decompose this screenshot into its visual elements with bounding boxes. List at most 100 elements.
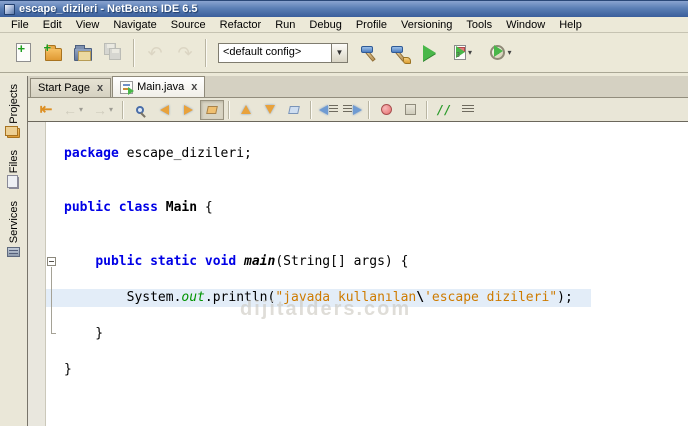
next-bookmark-icon <box>265 105 275 114</box>
editor-toolbar: ⇤ ←▾ →▾ // <box>28 98 688 122</box>
toggle-bookmark-button[interactable] <box>282 100 306 120</box>
menu-item-navigate[interactable]: Navigate <box>106 18 163 32</box>
code-token-class-name: Main <box>166 200 197 215</box>
editor-toolbar-separator <box>426 101 428 119</box>
save-all-icon-front <box>109 48 121 60</box>
uncomment-button[interactable] <box>456 100 480 120</box>
code-line-2: package escape_dizileri; <box>46 145 688 163</box>
code-token-plain: System. <box>64 290 181 305</box>
menu-item-edit[interactable]: Edit <box>36 18 69 32</box>
run-icon <box>423 45 436 61</box>
build-project-button[interactable] <box>354 38 384 68</box>
tab-label: Main.java <box>137 81 184 93</box>
highlight-search-icon <box>206 106 218 114</box>
chevron-down-icon: ▾ <box>79 105 83 114</box>
undo-button[interactable]: ↶ <box>140 38 170 68</box>
save-all-button[interactable] <box>98 38 128 68</box>
code-token-keyword: package <box>64 146 119 161</box>
shift-line-right-button[interactable] <box>340 100 364 120</box>
code-token-keyword: public class <box>64 200 158 215</box>
redo-button[interactable]: ↷ <box>170 38 200 68</box>
search-icon <box>136 106 144 114</box>
shift-line-left-button[interactable] <box>316 100 340 120</box>
code-token-plain: { <box>197 200 213 215</box>
redo-icon: ↷ <box>177 44 192 62</box>
sidebar-item-label: Projects <box>8 84 20 124</box>
previous-bookmark-icon <box>241 105 251 114</box>
chevron-down-icon[interactable]: ▾ <box>507 48 511 57</box>
menu-item-source[interactable]: Source <box>164 18 213 32</box>
last-edit-icon: ⇤ <box>40 102 53 117</box>
open-project-button[interactable] <box>68 38 98 68</box>
editor-toolbar-separator <box>310 101 312 119</box>
stop-macro-recording-button[interactable] <box>398 100 422 120</box>
editor-toolbar-separator <box>368 101 370 119</box>
code-token-string: 'escape dizileri" <box>424 290 557 305</box>
menu-item-versioning[interactable]: Versioning <box>394 18 459 32</box>
new-project-button[interactable]: + <box>38 38 68 68</box>
new-file-button[interactable]: + <box>8 38 38 68</box>
code-token-plain: } <box>64 326 103 341</box>
code-token-plain: ); <box>557 290 573 305</box>
toolbar-separator <box>133 39 135 67</box>
debug-project-button[interactable]: ▾ <box>444 38 482 68</box>
tab-main-java[interactable]: Main.java x <box>112 76 205 97</box>
run-project-button[interactable] <box>414 38 444 68</box>
hammer-icon <box>359 43 379 63</box>
toggle-highlight-search-button[interactable] <box>200 100 224 120</box>
code-editor[interactable]: package escape_dizileri;public class Mai… <box>46 122 688 426</box>
code-token-plain: (String[] args) { <box>275 254 408 269</box>
start-macro-recording-button[interactable] <box>374 100 398 120</box>
next-bookmark-button[interactable] <box>258 100 282 120</box>
code-token-static-field: out <box>181 290 204 305</box>
undo-icon: ↶ <box>147 44 162 62</box>
last-edit-location-button[interactable]: ⇤ <box>34 100 58 120</box>
menu-item-help[interactable]: Help <box>552 18 589 32</box>
code-line-4 <box>46 181 688 199</box>
sidebar-item-files[interactable]: Files <box>1 144 27 195</box>
close-icon[interactable]: x <box>191 81 197 93</box>
comment-button[interactable]: // <box>432 100 456 120</box>
sidebar-item-label: Files <box>8 150 20 173</box>
sidebar-item-services[interactable]: Services <box>1 195 27 263</box>
shift-left-icon <box>319 105 338 115</box>
profile-icon <box>490 45 505 60</box>
clean-build-project-button[interactable] <box>384 38 414 68</box>
menu-item-file[interactable]: File <box>4 18 36 32</box>
menu-item-run[interactable]: Run <box>268 18 302 32</box>
hammer-broom-icon <box>389 43 409 63</box>
java-file-icon <box>120 81 133 94</box>
new-file-icon: + <box>16 43 31 62</box>
editor-toolbar-separator <box>228 101 230 119</box>
code-token-plain <box>236 254 244 269</box>
profile-project-button[interactable]: ▾ <box>482 38 520 68</box>
find-button[interactable] <box>128 100 152 120</box>
back-button[interactable]: ←▾ <box>58 100 88 120</box>
bookmark-icon <box>288 106 300 114</box>
title-bar[interactable]: escape_dizileri - NetBeans IDE 6.5 <box>0 0 688 17</box>
tab-start-page[interactable]: Start Page x <box>30 78 111 97</box>
sidebar-item-projects[interactable]: Projects <box>1 78 27 144</box>
previous-bookmark-button[interactable] <box>234 100 258 120</box>
menu-item-window[interactable]: Window <box>499 18 552 32</box>
forward-button[interactable]: →▾ <box>88 100 118 120</box>
code-line-6 <box>46 217 688 235</box>
fold-collapse-marker[interactable] <box>47 257 56 266</box>
find-next-button[interactable] <box>176 100 200 120</box>
menu-item-view[interactable]: View <box>69 18 107 32</box>
menu-item-refactor[interactable]: Refactor <box>213 18 269 32</box>
config-dropdown-arrow-icon[interactable]: ▼ <box>331 44 347 62</box>
code-line-13 <box>46 343 688 361</box>
menu-item-tools[interactable]: Tools <box>459 18 499 32</box>
menu-item-debug[interactable]: Debug <box>302 18 348 32</box>
editor-gutter[interactable] <box>28 122 46 426</box>
chevron-down-icon[interactable]: ▾ <box>468 48 472 57</box>
code-line-7 <box>46 235 688 253</box>
find-previous-button[interactable] <box>152 100 176 120</box>
record-icon <box>381 104 392 115</box>
code-line-3 <box>46 163 688 181</box>
menu-item-profile[interactable]: Profile <box>349 18 394 32</box>
close-icon[interactable]: x <box>97 82 103 94</box>
code-line-12: } <box>46 325 688 343</box>
config-dropdown[interactable]: <default config> ▼ <box>218 43 348 63</box>
